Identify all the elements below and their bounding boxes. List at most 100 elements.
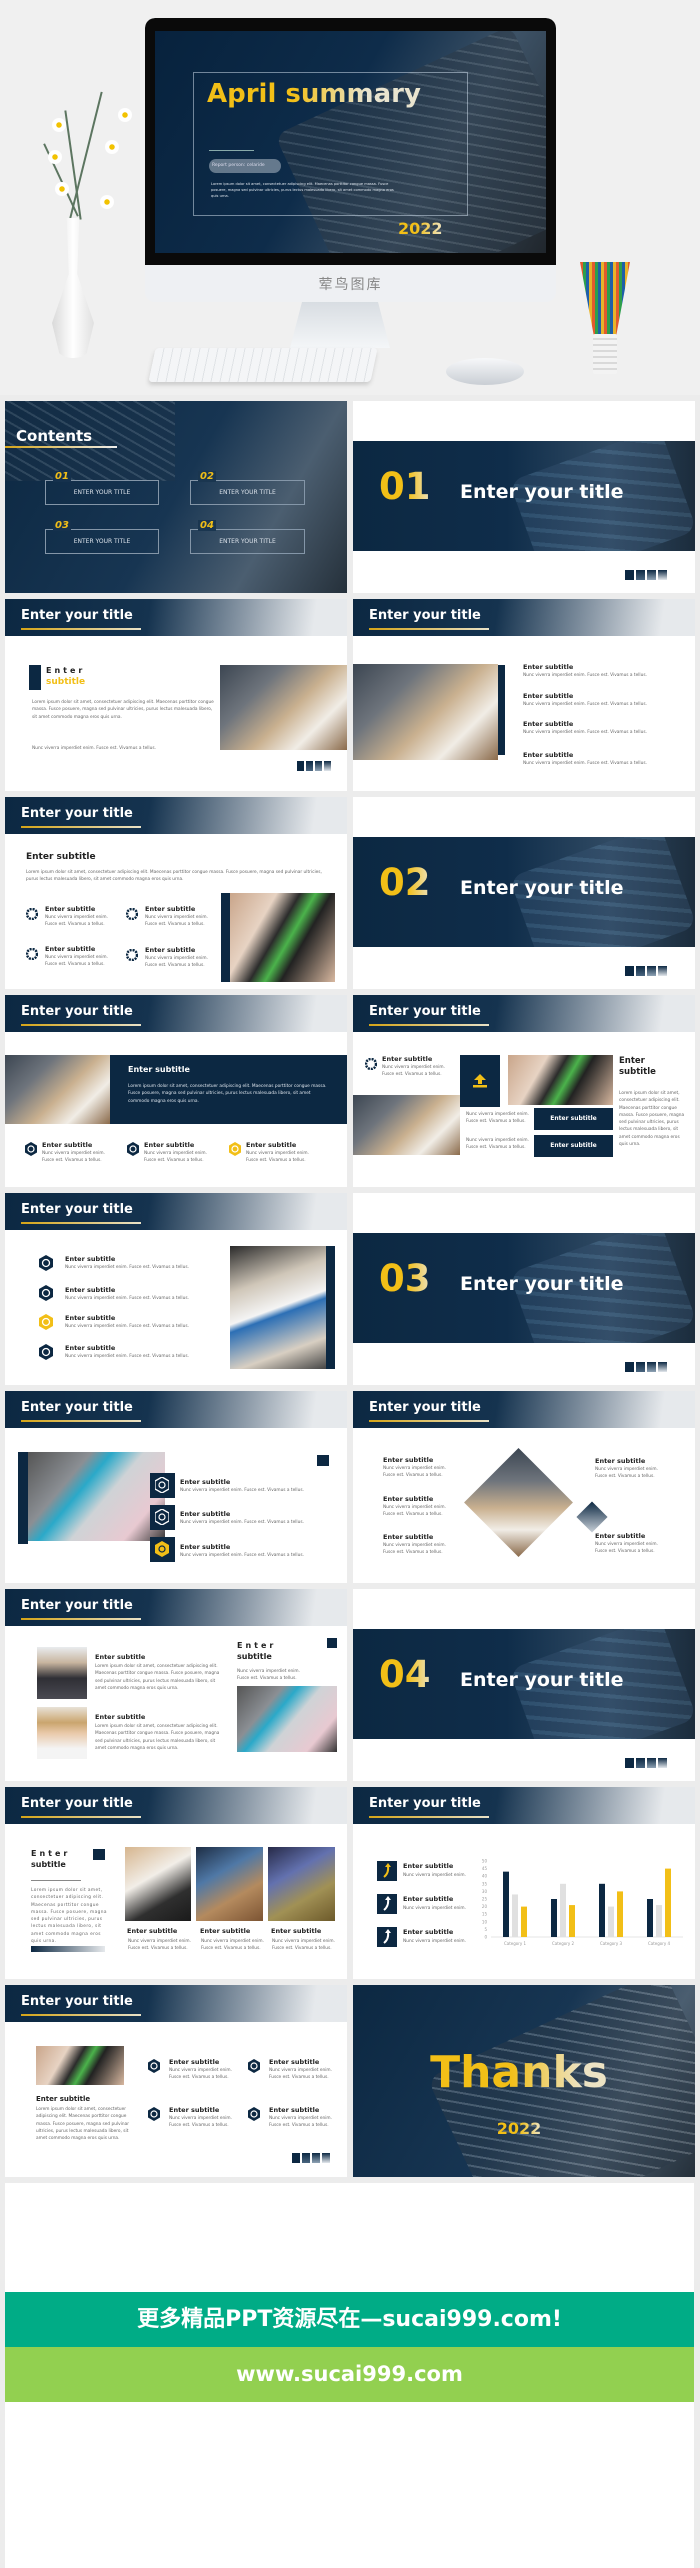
site-link[interactable]: www.sucai999.com [5,2347,694,2402]
decor-squares [292,2153,330,2163]
slide-content-7[interactable]: Enter your title Enter subtitle Nunc viv… [5,1391,347,1583]
pencils [580,262,630,342]
item-text: Nunc viverra imperdiet enim. Fusce est. … [169,2116,232,2129]
slide-content-5[interactable]: Enter your title Enter subtitle Nunc viv… [353,995,695,1187]
x-tick-label: Category 2 [552,1941,575,1946]
contents-item-4[interactable]: ENTER YOUR TITLE [190,529,305,554]
circle-gear-icon [25,945,39,964]
hexagon-icon [155,1541,169,1561]
item-text: Nunc viverra imperdiet enim. Fusce est. … [42,1151,105,1164]
office-photo [5,1055,110,1124]
subtitle-button[interactable]: Enter subtitle [534,1135,613,1157]
slide-content-1[interactable]: Enter your title Enter subtitle Lorem ip… [5,599,347,791]
subtitle-button[interactable]: Enter subtitle [534,1108,613,1130]
slide-content-9[interactable]: Enter your title Enter subtitle Lorem ip… [5,1589,347,1781]
section-title: Enter your title [460,1273,624,1295]
item-subtitle: Enter subtitle [383,1495,434,1503]
y-tick-label: 35 [482,1881,488,1886]
item-text: Nunc viverra imperdiet enim. Fusce est. … [523,761,647,766]
hexagon-icon [148,2106,160,2125]
item-subtitle: Enter subtitle [65,1286,116,1294]
y-tick-label: 25 [482,1897,488,1902]
monitor-screen: April summary Report person: celaride Lo… [155,31,546,253]
phone-photo [36,2046,124,2085]
promo-banner[interactable]: 更多精品PPT资源尽在—sucai999.com! [5,2292,694,2347]
subtitle-enter: Enter [46,666,86,675]
diamond-photo [464,1448,573,1557]
slide-title: Enter your title [21,1202,133,1217]
item-subtitle: Enter subtitle [45,905,96,913]
item-text: Nunc viverra imperdiet enim. Fusce est. … [237,1669,300,1682]
section-number: 02 [379,861,431,904]
section-title: Enter your title [460,481,624,503]
slide-contents[interactable]: Contents ENTER YOUR TITLE 01 ENTER YOUR … [5,401,347,593]
item-text: Nunc viverra imperdiet enim. Fusce est. … [65,1324,189,1329]
slide-content-11[interactable]: Enter your title Enter subtitle Lorem ip… [5,1985,347,2177]
bar-chart: 0 5 10 15 20 25 30 35 40 45 50 Category 1 Category 2… [482,1859,683,1946]
slide-content-8[interactable]: Enter your title Enter subtitle Nunc viv… [353,1391,695,1583]
item-text: Nunc viverra imperdiet enim. Fusce est. … [180,1553,304,1558]
slide-content-4[interactable]: Enter your title Enter subtitle Lorem ip… [5,995,347,1187]
item-subtitle: Enter subtitle [271,1927,322,1935]
item-text: Nunc viverra imperdiet enim. Fusce est. … [201,1939,264,1952]
hexagon-icon [39,1344,53,1364]
item-text: Nunc viverra imperdiet enim. Fusce est. … [128,1939,191,1952]
phone-photo [230,893,335,982]
item-subtitle: Enter subtitle [403,1928,454,1936]
y-tick-label: 45 [482,1866,488,1871]
item-subtitle: Enter subtitle [269,2058,320,2066]
item-text: Nunc viverra imperdiet enim. Fusce est. … [180,1488,304,1493]
item-text: Nunc viverra imperdiet enim. [403,1873,466,1878]
item-subtitle: Enter subtitle [595,1457,646,1465]
item-subtitle: Enter subtitle [36,2095,91,2103]
monitor: April summary Report person: celaride Lo… [145,18,556,302]
contents-item-2[interactable]: ENTER YOUR TITLE [190,480,305,505]
trend-arrow-icon [383,1929,391,1944]
presenter-pill: Report person: celaride [209,159,281,173]
decor-squares [297,761,331,771]
slide-section-03[interactable]: 03 Enter your title [353,1193,695,1385]
item-subtitle: Enter subtitle [595,1532,646,1540]
section-subtitle: Enter subtitle [26,852,96,862]
keyboard [148,348,378,382]
item-subtitle: Enter subtitle [65,1344,116,1352]
bar [665,1868,671,1937]
slide-content-6[interactable]: Enter your title Enter subtitle Nunc viv… [5,1193,347,1385]
contents-item-1[interactable]: ENTER YOUR TITLE [45,480,159,505]
hexagon-icon [127,1141,139,1160]
flower-icon [100,195,114,209]
x-tick-label: Category 4 [648,1941,671,1946]
section-number: 03 [379,1257,431,1300]
hexagon-icon [229,1141,241,1160]
slide-content-2[interactable]: Enter your title Enter subtitle Nunc viv… [353,599,695,791]
hexagon-icon [39,1255,53,1275]
flower-stem [69,91,103,219]
slide-thanks[interactable]: Thanks 2022 [353,1985,695,2177]
item-text: Nunc viverra imperdiet enim. Fusce est. … [246,1151,309,1164]
flower-icon [118,108,132,122]
subtitle-word: subtitle [31,1860,66,1869]
slide-section-04[interactable]: 04 Enter your title [353,1589,695,1781]
side-subtitle: Enter subtitle [619,1056,656,1078]
item-text: Lorem ipsum dolor sit amet, consectetuer… [95,1664,220,1691]
slide-content-10[interactable]: Enter your title Enter subtitle Lorem ip… [5,1787,347,1979]
item-text: Nunc viverra imperdiet enim. Fusce est. … [595,1467,658,1480]
slide-title: Enter your title [21,1994,133,2009]
item-text: Nunc viverra imperdiet enim. Fusce est. … [383,1505,446,1518]
paragraph: Lorem ipsum dolor sit amet, consectetuer… [36,2107,129,2142]
y-tick-label: 5 [484,1927,487,1932]
slide-content-3[interactable]: Enter your title Enter subtitle Lorem ip… [5,797,347,989]
bar [569,1905,575,1937]
bar [503,1871,509,1937]
contents-num: 01 [53,471,71,482]
contents-item-3[interactable]: ENTER YOUR TITLE [45,529,159,554]
y-tick-label: 30 [482,1889,488,1894]
item-text: Nunc viverra imperdiet enim. Fusce est. … [145,956,208,969]
hexagon-icon [154,1476,170,1497]
slide-chart[interactable]: Enter your title Enter subtitle Nunc viv… [353,1787,695,1979]
circle-gear-icon [364,1055,378,1074]
item-text: Nunc viverra imperdiet enim. Fusce est. … [269,2116,332,2129]
slide-section-01[interactable]: 01 Enter your title [353,401,695,593]
slide-section-02[interactable]: 02 Enter your title [353,797,695,989]
pencil-cup [593,334,617,374]
